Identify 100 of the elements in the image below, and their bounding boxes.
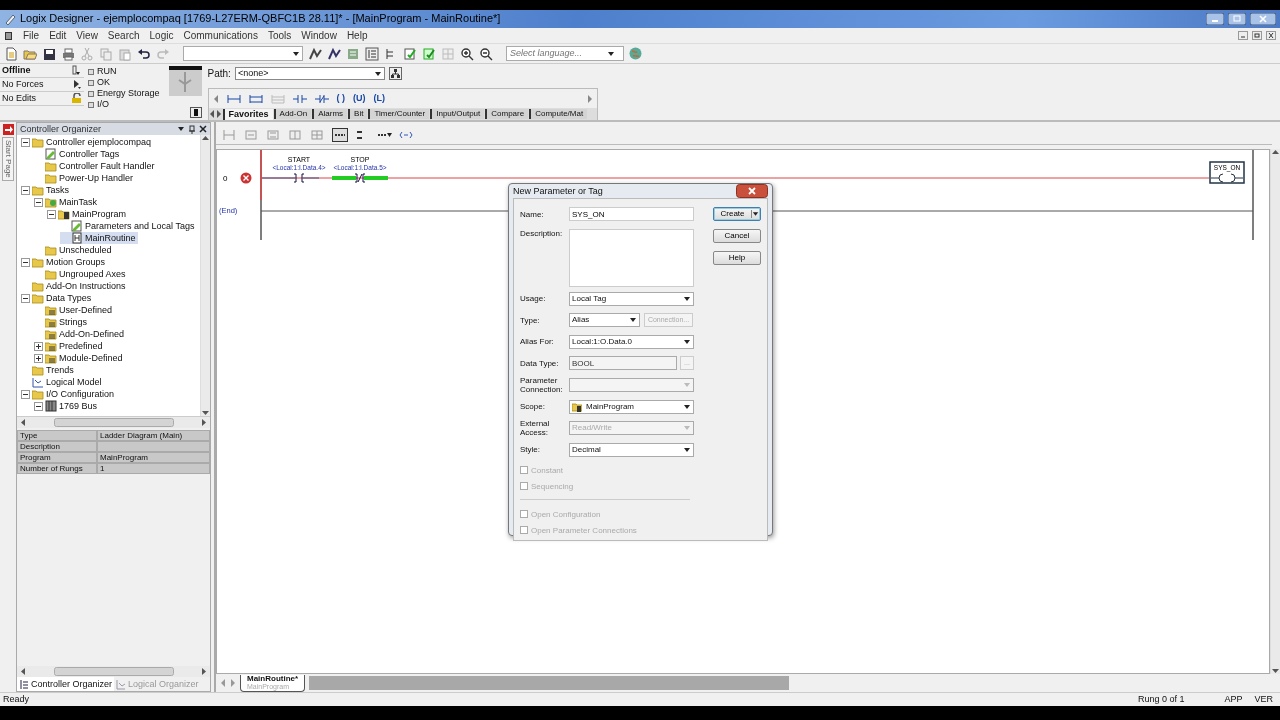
path-select[interactable]: <none> <box>234 67 385 80</box>
tree-item[interactable]: I/O Configuration <box>21 388 117 400</box>
print-icon[interactable] <box>61 46 75 61</box>
collapse-icon[interactable] <box>21 389 30 399</box>
tree-item[interactable]: Controller ejemplocompaq <box>21 136 154 148</box>
verify-controller-icon[interactable] <box>422 46 436 61</box>
normally-closed-contact[interactable] <box>330 173 390 183</box>
mode-dropdown-icon[interactable] <box>71 65 82 76</box>
tree-item[interactable]: Add-On-Defined <box>34 328 127 340</box>
tree-item[interactable]: Add-On Instructions <box>21 280 128 292</box>
scrollbar[interactable] <box>200 135 210 416</box>
tree-item[interactable]: Controller Tags <box>34 148 122 160</box>
organizer-icon[interactable] <box>365 46 379 61</box>
expand-icon[interactable] <box>34 341 43 351</box>
tree-item[interactable]: Unscheduled <box>34 244 114 256</box>
minimize-icon[interactable] <box>1206 13 1224 25</box>
start-page-icon[interactable] <box>2 124 14 135</box>
menu-item[interactable]: Logic <box>149 29 174 42</box>
menu-item[interactable]: File <box>23 29 40 42</box>
network-icon[interactable] <box>388 67 402 80</box>
zoom-in-icon[interactable] <box>460 46 474 61</box>
verify-routine-icon[interactable] <box>403 46 417 61</box>
language-select[interactable]: Select language... <box>506 46 624 61</box>
scrollbar[interactable] <box>17 417 210 428</box>
save-icon[interactable] <box>42 46 56 61</box>
normally-open-contact[interactable] <box>261 173 320 183</box>
dialog-button[interactable]: Cancel <box>713 229 761 243</box>
collapse-icon[interactable] <box>21 257 30 267</box>
collapse-icon[interactable] <box>34 401 43 411</box>
collapse-icon[interactable] <box>47 209 56 219</box>
expand-icon[interactable] <box>34 353 43 363</box>
instruction-tab[interactable]: Bit <box>348 109 368 119</box>
tree-item[interactable]: Trends <box>21 364 76 376</box>
description-field[interactable] <box>569 228 694 287</box>
organizer-tab[interactable]: Controller Organizer <box>17 677 115 691</box>
scroll-left-icon[interactable] <box>20 668 25 675</box>
coil-button[interactable]: (U) <box>353 93 366 105</box>
contact-icon[interactable] <box>292 93 307 104</box>
dropdown-icon[interactable] <box>177 125 185 133</box>
scrollbar[interactable] <box>1270 149 1280 674</box>
menu-item[interactable]: Window <box>301 29 337 42</box>
tree-item[interactable]: Parameters and Local Tags <box>60 220 197 232</box>
tree-item[interactable]: Strings <box>34 316 89 328</box>
restore-icon[interactable] <box>1228 13 1246 25</box>
close-icon[interactable] <box>199 125 207 133</box>
lock-icon[interactable] <box>71 93 82 104</box>
undo-icon[interactable] <box>137 46 151 61</box>
forces-dropdown-icon[interactable] <box>71 79 82 90</box>
menu-item[interactable]: Help <box>346 29 368 42</box>
text-field[interactable]: SYS_ON <box>569 207 694 221</box>
menu-item[interactable]: Tools <box>267 29 292 42</box>
instruction-tab[interactable]: Favorites <box>222 108 273 120</box>
tree-item[interactable]: Power-Up Handler <box>34 172 136 184</box>
tree-item[interactable]: Module-Defined <box>34 352 125 364</box>
zoom-out-icon[interactable] <box>479 46 493 61</box>
scroll-thumb[interactable] <box>53 667 174 676</box>
menu-item[interactable]: Edit <box>49 29 67 42</box>
close-icon[interactable] <box>736 184 768 198</box>
dropdown[interactable]: MainProgram <box>569 399 694 414</box>
dialog-button[interactable]: Help <box>713 251 761 265</box>
instruction-tab[interactable]: Alarms <box>312 109 348 119</box>
menu-item[interactable]: Search <box>107 29 140 42</box>
scrollbar[interactable] <box>17 666 210 677</box>
instruction-tab[interactable]: Compute/Mat <box>529 109 588 119</box>
tree-item[interactable]: Ungrouped Axes <box>34 268 128 280</box>
dropdown[interactable]: Alias <box>569 313 640 328</box>
branch-icon[interactable] <box>248 93 263 104</box>
new-file-icon[interactable] <box>4 46 18 61</box>
scroll-right-icon[interactable] <box>586 94 593 103</box>
instruction-tab[interactable]: Compare <box>485 109 529 119</box>
collapse-icon[interactable] <box>21 137 30 147</box>
minimize-icon[interactable] <box>1238 31 1248 40</box>
tree-item[interactable]: Predefined <box>34 340 105 352</box>
instruction-tab[interactable]: Timer/Counter <box>368 109 430 119</box>
scroll-left-icon[interactable] <box>20 419 25 426</box>
menu-item[interactable]: View <box>76 29 98 42</box>
scroll-thumb[interactable] <box>53 418 174 427</box>
split-button[interactable]: Create <box>713 207 761 221</box>
restore-icon[interactable] <box>1252 31 1262 40</box>
tree-item[interactable]: MainTask <box>34 196 99 208</box>
globe-icon[interactable] <box>629 47 642 60</box>
output-coil[interactable] <box>1209 161 1245 184</box>
scroll-down-icon[interactable] <box>1272 668 1279 674</box>
tree-item[interactable]: MainProgram <box>47 208 129 220</box>
pin-icon[interactable] <box>189 124 195 134</box>
coil-button[interactable]: ( ) <box>336 93 346 105</box>
tree-item[interactable]: Motion Groups <box>21 256 108 268</box>
collapse-icon[interactable] <box>21 185 30 195</box>
tree-item[interactable]: Logical Model <box>21 376 104 388</box>
combo-field[interactable] <box>183 46 303 61</box>
combo-field[interactable]: Local:1:O.Data.0 <box>569 334 694 349</box>
start-page-tab[interactable]: Start Page <box>2 137 14 181</box>
panel-button-icon[interactable] <box>189 107 202 118</box>
menu-item[interactable]: Communications <box>183 29 258 42</box>
dropdown[interactable]: Decimal <box>569 442 694 457</box>
instruction-tab[interactable]: Input/Output <box>430 109 485 119</box>
tree-item[interactable]: MainRoutine <box>60 232 138 244</box>
instruction-tab[interactable]: Add-On <box>273 109 312 119</box>
scroll-right-icon[interactable] <box>202 668 207 675</box>
tree-item[interactable]: User-Defined <box>34 304 115 316</box>
